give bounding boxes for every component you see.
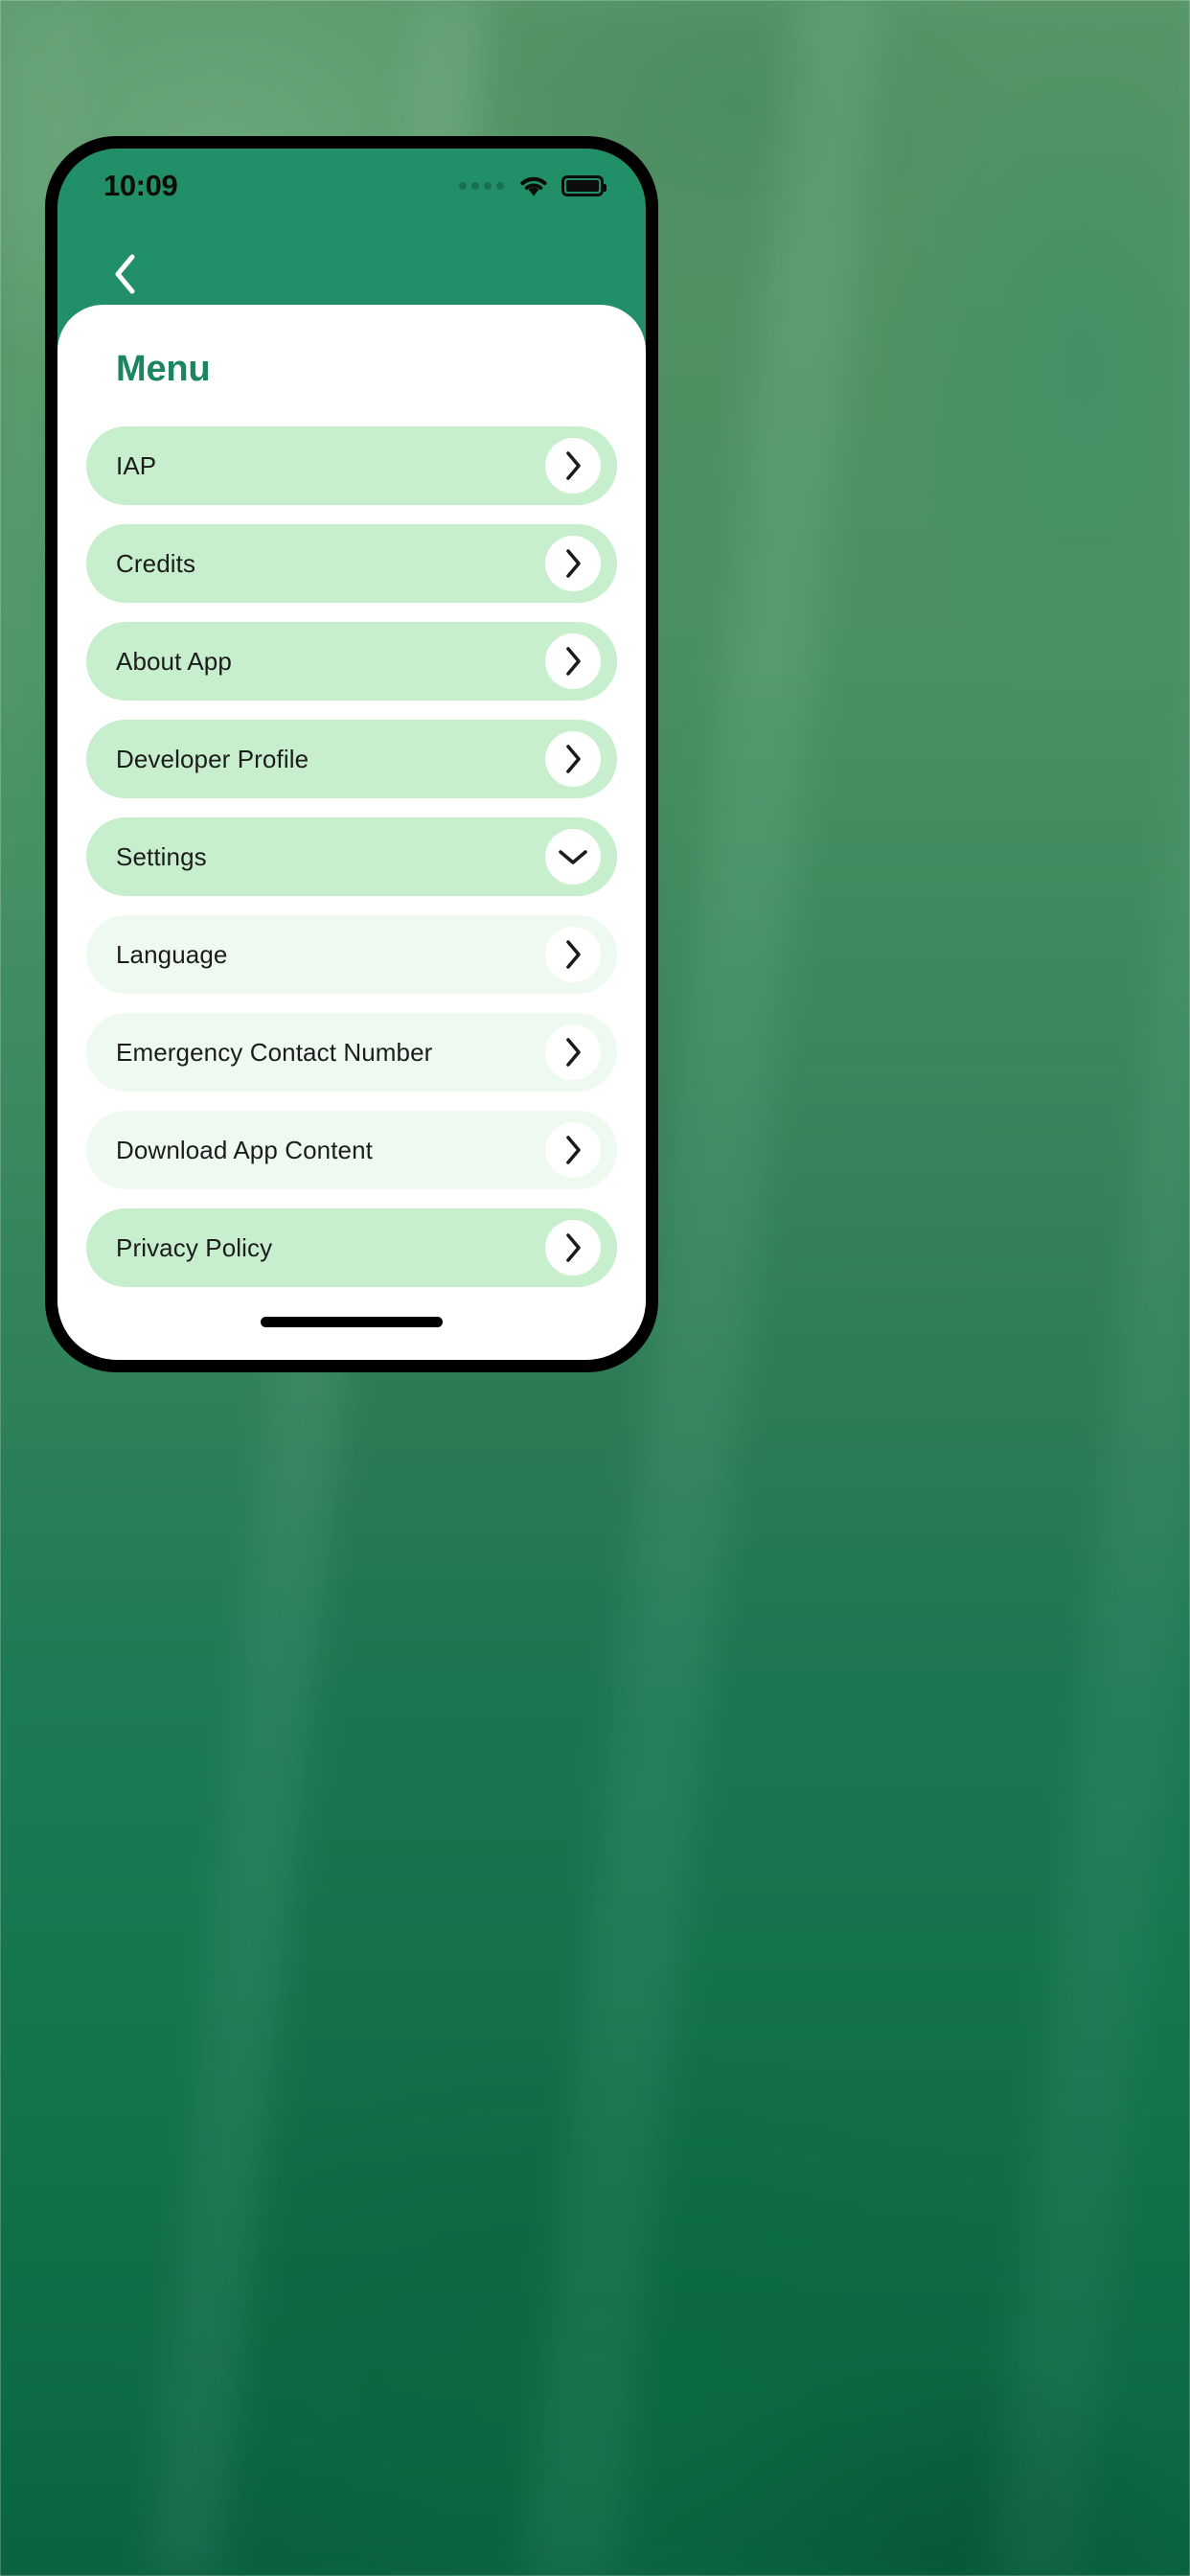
- menu-item-label: Language: [116, 939, 228, 969]
- menu-item-label: Download App Content: [116, 1135, 373, 1164]
- menu-item-developer-profile[interactable]: Developer Profile: [86, 720, 617, 798]
- menu-item-about-app[interactable]: About App: [86, 622, 617, 701]
- chevron-right-icon[interactable]: [545, 633, 601, 689]
- chevron-right-icon[interactable]: [545, 536, 601, 591]
- menu-item-privacy-policy[interactable]: Privacy Policy: [86, 1208, 617, 1287]
- menu-item-credits[interactable]: Credits: [86, 524, 617, 603]
- menu-sheet: Menu IAP Credits About App Developer Pro…: [57, 305, 646, 1360]
- page-title: Menu: [116, 349, 211, 389]
- home-indicator[interactable]: [261, 1317, 443, 1327]
- phone-screen: 10:09 Menu IAP Credits About App Develop…: [57, 149, 646, 1360]
- menu-item-label: About App: [116, 646, 232, 676]
- menu-item-label: Privacy Policy: [116, 1232, 273, 1262]
- menu-item-emergency-contact-number[interactable]: Emergency Contact Number: [86, 1013, 617, 1092]
- menu-list: IAP Credits About App Developer Profile …: [86, 426, 617, 1287]
- chevron-right-icon[interactable]: [545, 1122, 601, 1178]
- menu-item-iap[interactable]: IAP: [86, 426, 617, 505]
- chevron-right-icon[interactable]: [545, 731, 601, 787]
- signal-dots-icon: [459, 182, 504, 190]
- menu-item-label: Developer Profile: [116, 744, 309, 773]
- status-bar-icons: [459, 175, 606, 197]
- menu-item-settings[interactable]: Settings: [86, 817, 617, 896]
- chevron-right-icon[interactable]: [545, 438, 601, 494]
- phone-frame: 10:09 Menu IAP Credits About App Develop…: [45, 136, 658, 1372]
- menu-item-language[interactable]: Language: [86, 915, 617, 994]
- chevron-right-icon[interactable]: [545, 927, 601, 982]
- status-bar-clock: 10:09: [103, 169, 178, 202]
- chevron-right-icon[interactable]: [545, 1220, 601, 1276]
- battery-full-icon: [561, 175, 606, 196]
- menu-item-download-app-content[interactable]: Download App Content: [86, 1111, 617, 1189]
- status-bar: 10:09: [57, 149, 646, 223]
- wifi-icon: [519, 175, 548, 197]
- chevron-down-icon[interactable]: [545, 829, 601, 885]
- menu-item-label: Settings: [116, 841, 207, 871]
- chevron-right-icon[interactable]: [545, 1024, 601, 1080]
- menu-item-label: Credits: [116, 548, 196, 578]
- chevron-left-icon: [112, 253, 137, 300]
- menu-item-label: IAP: [116, 450, 157, 480]
- menu-item-label: Emergency Contact Number: [116, 1037, 433, 1067]
- back-button[interactable]: [96, 247, 153, 305]
